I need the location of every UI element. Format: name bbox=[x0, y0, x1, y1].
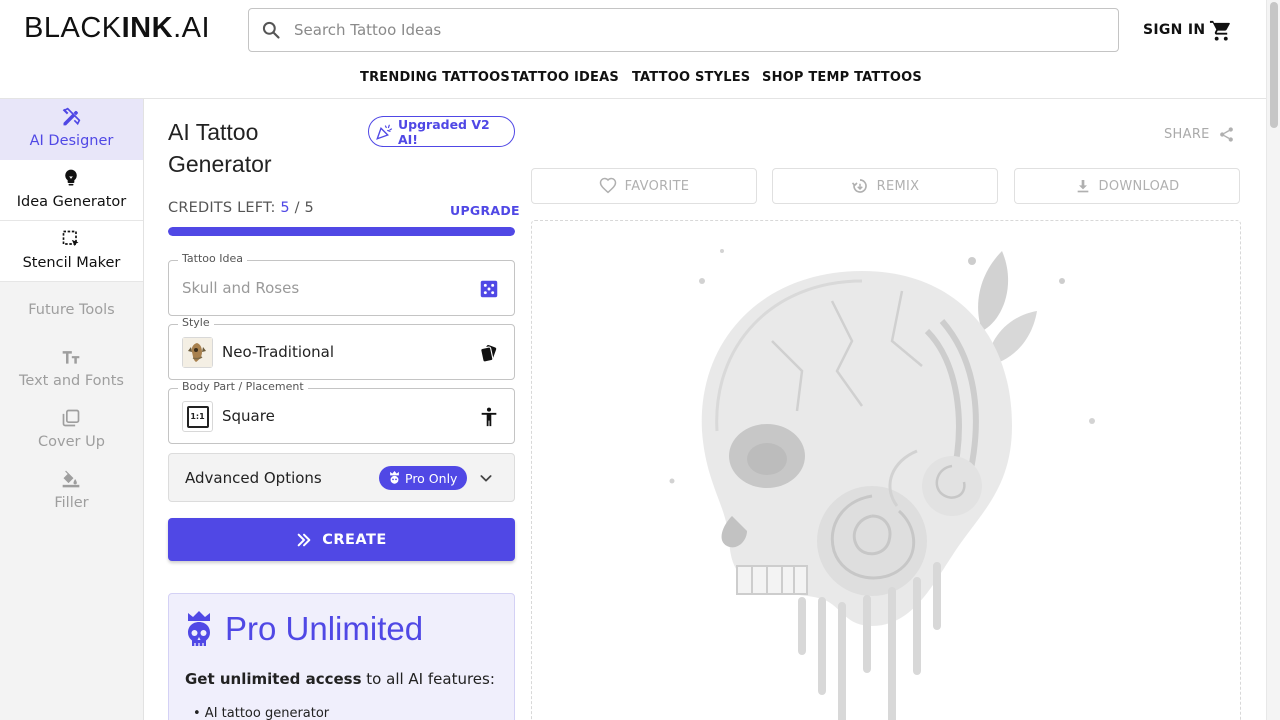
credits-progress-bar bbox=[168, 227, 515, 236]
logo-ai: .AI bbox=[173, 12, 211, 44]
pro-text-rest: to all AI features: bbox=[361, 670, 495, 688]
future-tools-heading: Future Tools bbox=[28, 302, 115, 318]
person-icon[interactable] bbox=[478, 406, 500, 428]
advanced-options-accordion[interactable]: Advanced Options Pro Only bbox=[168, 453, 515, 502]
nav-shop-temp-tattoos[interactable]: SHOP TEMP TATTOOS bbox=[762, 70, 922, 85]
logo[interactable]: BLACKINK.AI bbox=[24, 12, 210, 45]
nav-tattoo-styles[interactable]: TATTOO STYLES bbox=[632, 70, 750, 85]
remix-label: REMIX bbox=[876, 178, 920, 194]
pen-ruler-icon bbox=[62, 107, 81, 126]
placement-label: Body Part / Placement bbox=[178, 380, 308, 393]
favorite-button[interactable]: FAVORITE bbox=[531, 168, 757, 204]
dice-icon[interactable] bbox=[478, 278, 500, 300]
sidebar-item-text-and-fonts: Text and Fonts bbox=[0, 339, 143, 400]
credits-used: 5 bbox=[280, 200, 290, 216]
search-bar[interactable] bbox=[248, 8, 1119, 52]
pro-text-bold: Get unlimited access bbox=[185, 670, 362, 688]
create-label: CREATE bbox=[322, 531, 387, 548]
sidebar-item-idea-generator[interactable]: Idea Generator bbox=[0, 160, 143, 221]
party-popper-icon bbox=[376, 124, 393, 140]
upgraded-v2-badge[interactable]: Upgraded V2 AI! bbox=[368, 116, 515, 147]
pro-unlimited-card: Pro Unlimited Get unlimited access to al… bbox=[168, 593, 515, 720]
sidebar-item-label: Filler bbox=[54, 495, 89, 511]
download-icon bbox=[1077, 180, 1088, 193]
nav-trending-tattoos[interactable]: TRENDING TATTOOS bbox=[360, 70, 510, 85]
pro-only-label: Pro Only bbox=[405, 470, 458, 486]
lightbulb-icon bbox=[65, 169, 77, 186]
top-navigation: TRENDING TATTOOS TATTOO IDEAS TATTOO STY… bbox=[0, 70, 1266, 88]
cards-icon[interactable] bbox=[478, 342, 500, 364]
sidebar-item-label: Idea Generator bbox=[16, 194, 127, 210]
sidebar-item-cover-up: Cover Up bbox=[0, 400, 143, 461]
credits-label: CREDITS LEFT: bbox=[168, 200, 276, 216]
favorite-label: FAVORITE bbox=[624, 178, 690, 194]
nav-tattoo-ideas[interactable]: TATTOO IDEAS bbox=[511, 70, 619, 85]
placement-thumbnail: 1:1 bbox=[182, 401, 213, 432]
skull-and-roses-preview-image bbox=[669, 249, 1095, 720]
download-button[interactable]: DOWNLOAD bbox=[1014, 168, 1240, 204]
search-input[interactable] bbox=[294, 21, 1074, 39]
upgraded-v2-label: Upgraded V2 AI! bbox=[397, 116, 490, 147]
remix-icon bbox=[851, 179, 867, 193]
sidebar-item-label: AI Designer bbox=[29, 133, 114, 149]
sidebar-item-label: Text and Fonts bbox=[19, 373, 124, 389]
advanced-options-label: Advanced Options bbox=[185, 469, 322, 487]
credits-progress-fill bbox=[168, 227, 515, 236]
sidebar-item-stencil-maker[interactable]: Stencil Maker bbox=[0, 221, 143, 282]
crowned-skull-icon bbox=[188, 611, 210, 646]
download-label: DOWNLOAD bbox=[1098, 178, 1180, 194]
pro-feature-list-item: • AI tattoo generator bbox=[193, 706, 330, 720]
header-divider bbox=[0, 98, 1266, 99]
share-button[interactable]: SHARE bbox=[1164, 126, 1235, 143]
paint-bucket-icon bbox=[62, 470, 80, 488]
chevron-down-icon bbox=[480, 475, 492, 482]
credits-separator: / bbox=[294, 200, 300, 216]
stencil-select-icon bbox=[62, 230, 79, 247]
page-title: AI Tattoo Generator bbox=[168, 119, 272, 177]
logo-ink: INK bbox=[121, 12, 174, 44]
heart-icon bbox=[599, 177, 616, 194]
placement-value: Square bbox=[222, 407, 275, 425]
search-icon bbox=[262, 21, 280, 39]
upgrade-link[interactable]: UPGRADE bbox=[450, 203, 520, 218]
sidebar-item-label: Stencil Maker bbox=[22, 255, 121, 271]
tattoo-idea-label: Tattoo Idea bbox=[178, 252, 247, 265]
tattoo-idea-field[interactable]: Tattoo Idea Skull and Roses bbox=[168, 252, 515, 316]
square-ratio-icon: 1:1 bbox=[186, 405, 209, 428]
share-label: SHARE bbox=[1164, 127, 1210, 142]
double-chevron-right-icon bbox=[297, 533, 311, 546]
style-value: Neo-Traditional bbox=[222, 343, 335, 361]
logo-black: BLACK bbox=[24, 12, 122, 44]
sidebar-item-label: Cover Up bbox=[38, 434, 105, 450]
tools-sidebar: AI Designer Idea Generator Stencil Maker… bbox=[0, 99, 144, 720]
tattoo-preview-canvas[interactable] bbox=[531, 220, 1241, 720]
pro-unlimited-description: Get unlimited access to all AI features: bbox=[185, 670, 495, 688]
credits-left: CREDITS LEFT: 5 / 5 bbox=[168, 200, 314, 216]
share-icon bbox=[1219, 127, 1233, 142]
sidebar-item-filler: Filler bbox=[0, 461, 143, 522]
pro-unlimited-title: Pro Unlimited bbox=[225, 610, 424, 647]
create-button[interactable]: CREATE bbox=[168, 518, 515, 561]
layers-icon bbox=[62, 409, 80, 427]
scrollbar[interactable] bbox=[1266, 0, 1280, 720]
crown-skull-icon bbox=[390, 471, 399, 484]
style-field[interactable]: Style Neo-Traditional bbox=[168, 316, 515, 380]
tattoo-idea-input[interactable]: Skull and Roses bbox=[182, 279, 299, 297]
pro-only-badge: Pro Only bbox=[379, 466, 467, 490]
style-label: Style bbox=[178, 316, 214, 329]
sidebar-item-ai-designer[interactable]: AI Designer bbox=[0, 99, 143, 160]
scrollbar-thumb[interactable] bbox=[1270, 2, 1278, 128]
remix-button[interactable]: REMIX bbox=[772, 168, 998, 204]
text-icon bbox=[62, 351, 80, 364]
placement-field[interactable]: Body Part / Placement 1:1 Square bbox=[168, 380, 515, 444]
sign-in-button[interactable]: SIGN IN bbox=[1143, 22, 1205, 38]
style-thumbnail bbox=[182, 337, 213, 368]
credits-total: 5 bbox=[304, 200, 314, 216]
neo-traditional-thumbnail-icon bbox=[183, 338, 212, 367]
cart-icon[interactable] bbox=[1209, 19, 1232, 42]
